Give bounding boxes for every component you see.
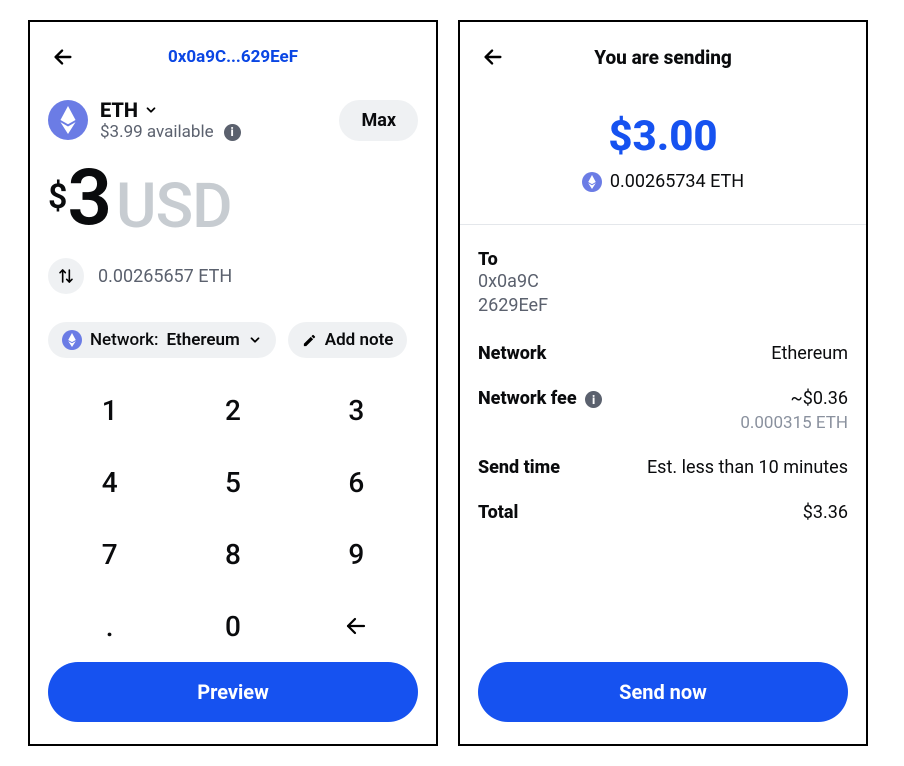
network-label: Network — [478, 343, 546, 364]
info-icon[interactable]: i — [224, 124, 241, 141]
key-9[interactable]: 9 — [295, 518, 418, 590]
network-selector[interactable]: Network: Ethereum — [48, 322, 276, 358]
key-7[interactable]: 7 — [48, 518, 171, 590]
swap-icon — [58, 268, 74, 284]
amount-value: 3 — [67, 160, 110, 238]
arrow-left-icon — [482, 46, 504, 68]
keypad: 1 2 3 4 5 6 7 8 9 . 0 — [48, 374, 418, 662]
amount-currency: USD — [116, 176, 232, 238]
back-button[interactable] — [478, 42, 508, 72]
add-note-label: Add note — [325, 330, 394, 350]
key-4[interactable]: 4 — [48, 446, 171, 518]
divider — [460, 224, 866, 225]
add-note-button[interactable]: Add note — [288, 322, 408, 358]
eth-icon — [48, 100, 88, 140]
send-amount: $3.00 — [478, 112, 848, 161]
eth-icon — [582, 172, 602, 192]
key-5[interactable]: 5 — [171, 446, 294, 518]
key-2[interactable]: 2 — [171, 374, 294, 446]
amount-display: $ 3 USD — [48, 160, 418, 238]
swap-currency-button[interactable] — [48, 258, 84, 294]
key-0[interactable]: 0 — [171, 590, 294, 662]
recipient-address-link[interactable]: 0x0a9C...629EeF — [168, 47, 298, 67]
info-icon[interactable]: i — [585, 391, 602, 408]
fee-label: Network fee — [478, 388, 577, 409]
eth-icon — [62, 330, 82, 350]
key-3[interactable]: 3 — [295, 374, 418, 446]
pencil-icon — [302, 333, 317, 348]
send-amount-screen: 0x0a9C...629EeF ETH $3.99 available i Ma… — [28, 20, 438, 746]
chevron-down-icon — [144, 103, 158, 117]
key-6[interactable]: 6 — [295, 446, 418, 518]
key-1[interactable]: 1 — [48, 374, 171, 446]
to-address-line2: 2629EeF — [478, 294, 848, 318]
to-address-line1: 0x0a9C — [478, 270, 848, 294]
currency-symbol: $ — [48, 180, 67, 214]
to-label: To — [478, 249, 848, 270]
key-dot[interactable]: . — [48, 590, 171, 662]
network-value: Ethereum — [771, 343, 848, 364]
key-backspace[interactable] — [295, 590, 418, 662]
arrow-left-icon — [344, 614, 368, 638]
asset-selector[interactable]: ETH — [100, 98, 241, 122]
preview-button[interactable]: Preview — [48, 662, 418, 722]
total-value: $3.36 — [803, 502, 848, 523]
send-time-label: Send time — [478, 457, 560, 478]
fee-value: ~$0.36 — [740, 388, 848, 409]
network-prefix: Network: — [90, 330, 158, 350]
back-button[interactable] — [48, 42, 78, 72]
total-label: Total — [478, 502, 518, 523]
send-now-button[interactable]: Send now — [478, 662, 848, 722]
page-title: You are sending — [508, 46, 818, 69]
arrow-left-icon — [52, 46, 74, 68]
chevron-down-icon — [248, 333, 262, 347]
asset-available: $3.99 available — [100, 122, 214, 142]
asset-symbol: ETH — [100, 98, 138, 122]
network-name: Ethereum — [166, 330, 239, 350]
eth-equivalent: 0.00265657 ETH — [98, 266, 232, 287]
max-button[interactable]: Max — [339, 100, 418, 141]
fee-value-crypto: 0.000315 ETH — [740, 413, 848, 433]
send-confirm-screen: You are sending $3.00 0.00265734 ETH To … — [458, 20, 868, 746]
key-8[interactable]: 8 — [171, 518, 294, 590]
send-amount-crypto: 0.00265734 ETH — [610, 171, 744, 192]
send-time-value: Est. less than 10 minutes — [647, 457, 848, 478]
